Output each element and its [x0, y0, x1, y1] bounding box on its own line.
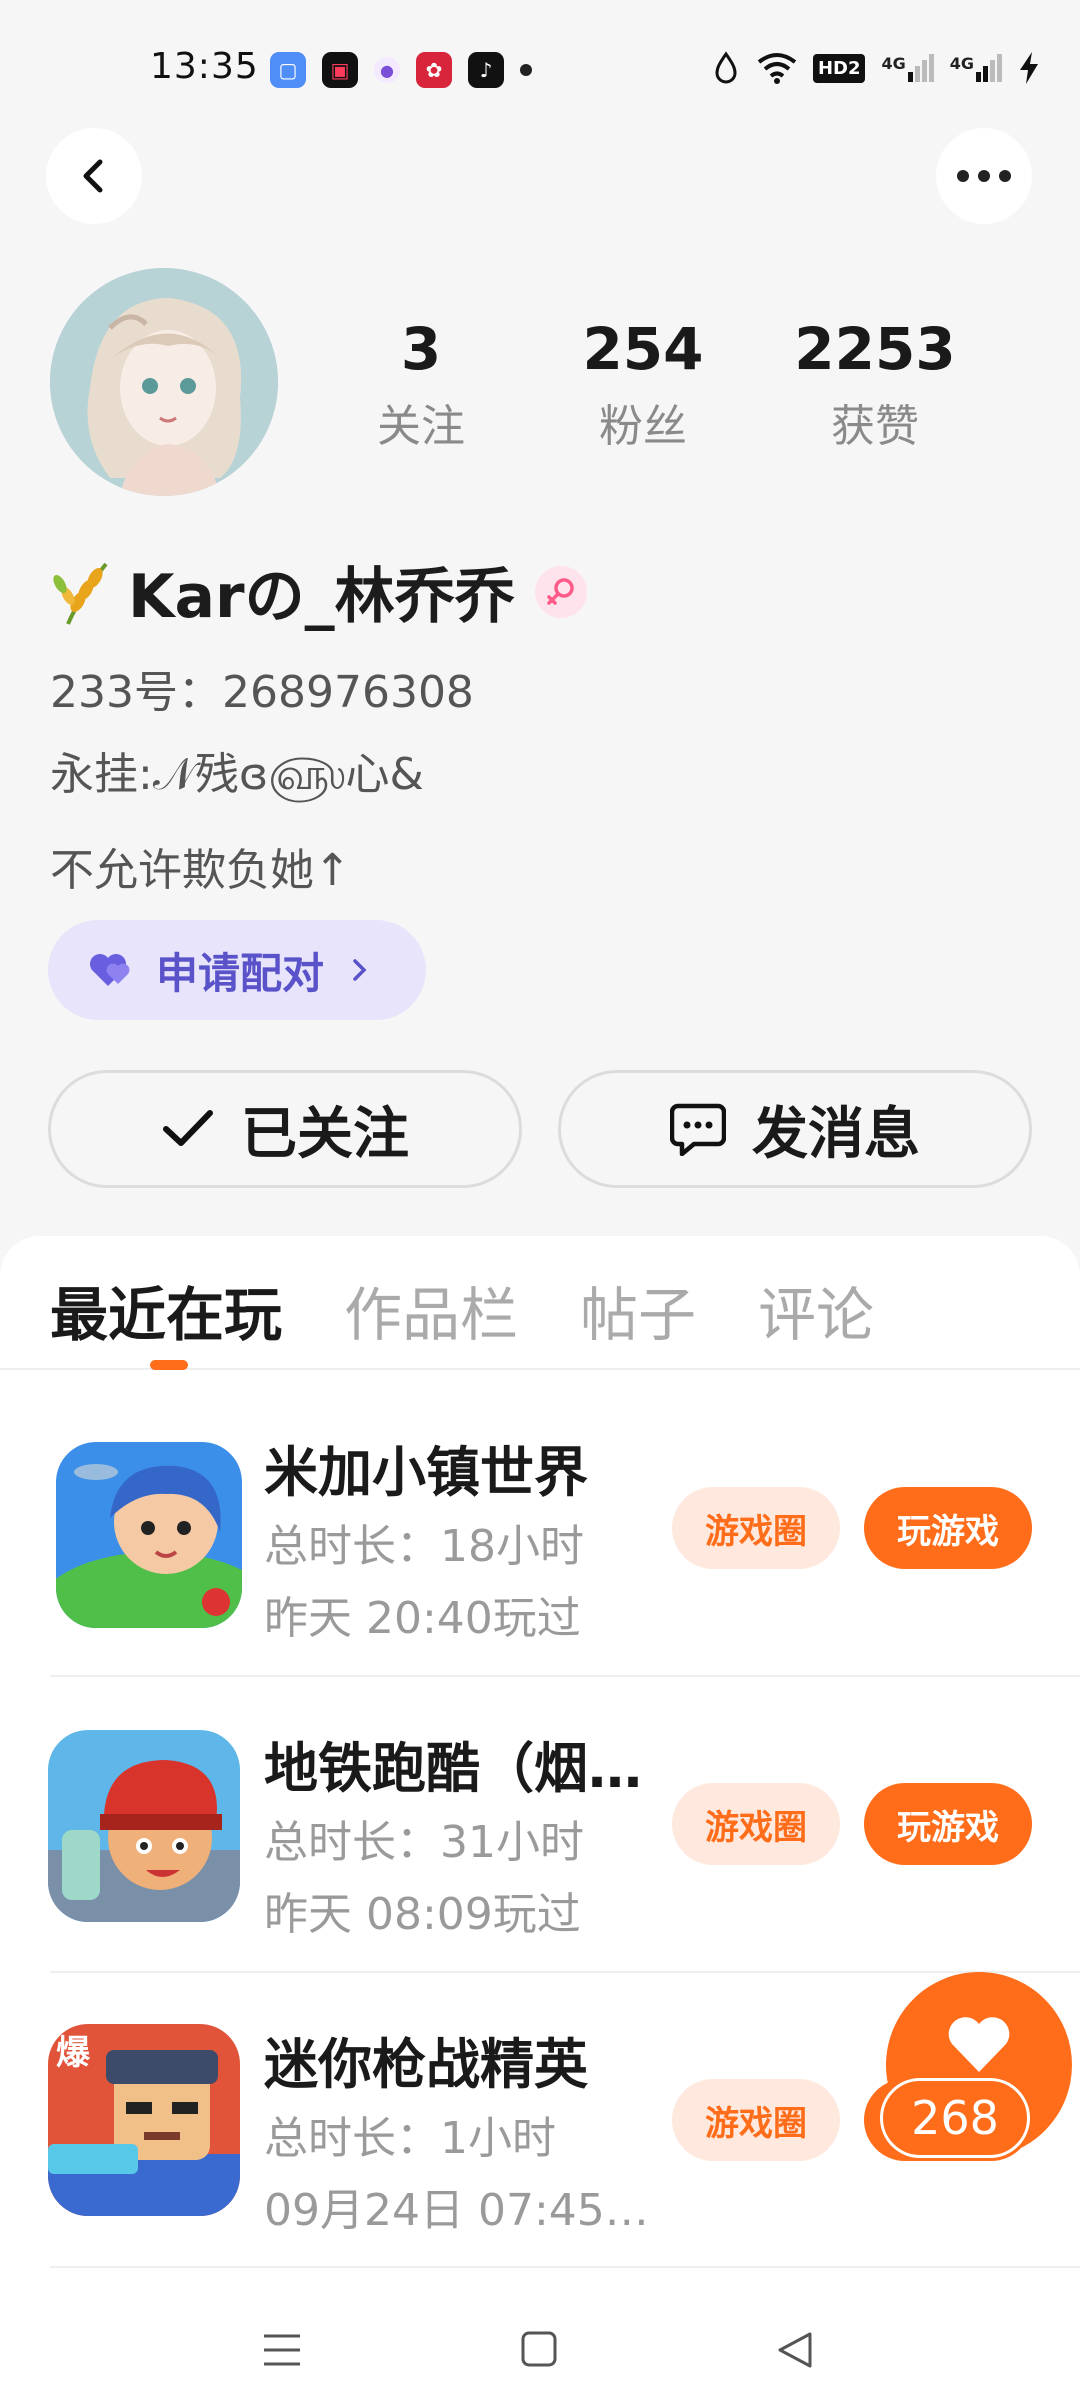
bio-line-2: 不允许欺负她↑	[50, 845, 351, 896]
back-button[interactable]	[46, 128, 142, 224]
wheat-icon	[53, 562, 108, 625]
stat-value: 3	[400, 315, 442, 383]
game-icon-subway-surfers[interactable]	[48, 1730, 240, 1922]
game-icon-miga-town[interactable]	[56, 1442, 242, 1628]
game-duration: 总时长：1小时	[264, 2113, 556, 2164]
chevron-right-icon	[353, 959, 367, 981]
video-app-notification-icon: ▣	[322, 52, 358, 88]
stat-label: 关注	[377, 400, 465, 452]
home-icon[interactable]	[520, 2330, 558, 2368]
tab-works[interactable]: 作品栏	[344, 1268, 518, 1352]
game-last-played: 昨天 08:09玩过	[264, 1889, 581, 1940]
female-gender-icon	[534, 565, 587, 618]
followed-button[interactable]: 已关注	[48, 1070, 522, 1188]
game-duration: 总时长：18小时	[264, 1521, 584, 1572]
menu-icon[interactable]	[262, 2332, 302, 2368]
like-count: 268	[880, 2078, 1030, 2158]
wifi-icon	[757, 53, 797, 84]
message-bubble-icon	[670, 1103, 726, 1156]
followed-label: 已关注	[241, 1101, 409, 1167]
hd-icon: HD2	[812, 53, 866, 83]
check-icon	[163, 1110, 213, 1146]
status-bar: 13:35 ▢ ▣ ● ✿ ♪ HD2 4G 4G	[0, 0, 1080, 130]
stat-likes[interactable]: 2253 获赞	[790, 315, 960, 454]
game-title: 地铁跑酷（烟…	[264, 1737, 642, 1800]
game-title: 米加小镇世界	[264, 1441, 588, 1504]
apply-pair-button[interactable]: 申请配对	[48, 920, 426, 1020]
svg-text:爆: 爆	[56, 2033, 91, 2073]
stat-followers[interactable]: 254 粉丝	[558, 315, 728, 454]
play-game-button[interactable]: 玩游戏	[864, 1487, 1032, 1569]
stat-following[interactable]: 3 关注	[336, 315, 506, 454]
active-tab-indicator	[150, 1360, 188, 1370]
stat-label: 获赞	[831, 400, 919, 452]
app-notification-icon: ▢	[270, 52, 306, 88]
game-row[interactable]: 米加小镇世界 总时长：18小时 昨天 20:40玩过 游戏圈 玩游戏	[0, 1380, 1080, 1675]
back-nav-icon[interactable]	[776, 2330, 814, 2370]
game-row[interactable]: 地铁跑酷（烟… 总时长：31小时 昨天 08:09玩过 游戏圈 玩游戏	[0, 1676, 1080, 1971]
data-saver-icon	[715, 51, 737, 84]
game-app-notification-icon: ✿	[416, 52, 452, 88]
charging-icon	[1020, 52, 1038, 84]
chat-app-notification-icon: ●	[374, 57, 400, 83]
game-last-played: 昨天 20:40玩过	[264, 1593, 581, 1644]
user-id: 233号：268976308	[50, 667, 474, 718]
status-time: 13:35	[150, 46, 259, 87]
profile-name: Karの_林乔乔	[128, 562, 515, 632]
tiktok-notification-icon: ♪	[468, 52, 504, 88]
game-circle-button[interactable]: 游戏圈	[672, 2079, 840, 2161]
tab-bar: 最近在玩 作品栏 帖子 评论	[50, 1268, 874, 1352]
tab-comments[interactable]: 评论	[758, 1268, 874, 1352]
signal-4g-icon: 4G	[881, 54, 934, 82]
send-message-button[interactable]: 发消息	[558, 1070, 1032, 1188]
more-button[interactable]	[936, 128, 1032, 224]
row-divider	[50, 2266, 1080, 2268]
game-duration: 总时长：31小时	[264, 1817, 584, 1868]
game-circle-button[interactable]: 游戏圈	[672, 1487, 840, 1569]
stat-label: 粉丝	[599, 400, 687, 452]
game-circle-button[interactable]: 游戏圈	[672, 1783, 840, 1865]
back-arrow-icon	[83, 159, 103, 193]
signal-4g-icon: 4G	[950, 54, 1002, 82]
tab-posts[interactable]: 帖子	[580, 1268, 696, 1352]
send-message-label: 发消息	[752, 1101, 920, 1167]
more-notifications-dot	[520, 64, 532, 76]
more-dots-icon	[957, 170, 1011, 182]
game-title: 迷你枪战精英	[264, 2033, 588, 2096]
tab-recently-played[interactable]: 最近在玩	[50, 1268, 282, 1352]
stat-value: 254	[582, 315, 704, 383]
game-last-played: 09月24日 07:45…	[264, 2185, 649, 2236]
apply-pair-label: 申请配对	[156, 948, 325, 998]
avatar-illustration	[50, 268, 278, 496]
notification-icons: ▢ ▣ ● ✿ ♪	[270, 52, 532, 88]
double-heart-icon	[90, 954, 130, 986]
profile-name-row: Karの_林乔乔	[50, 548, 587, 635]
game-icon-mini-gun-elite[interactable]: 爆	[48, 2024, 240, 2216]
play-game-button[interactable]: 玩游戏	[864, 1783, 1032, 1865]
avatar[interactable]	[50, 268, 278, 496]
stat-value: 2253	[794, 315, 956, 383]
bio-line-1: 永挂:𝒩残ɞ௵心&	[50, 749, 424, 800]
status-right-icons: HD2 4G 4G	[711, 50, 1040, 86]
system-nav-bar	[0, 2276, 1080, 2400]
